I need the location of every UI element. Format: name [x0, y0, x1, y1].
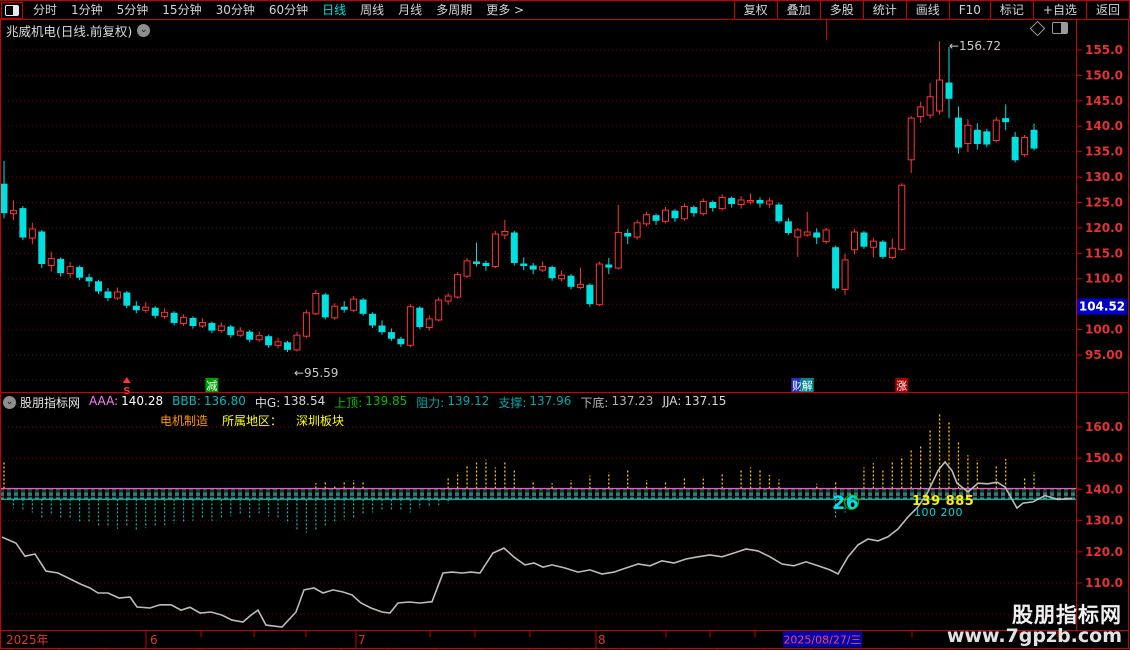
- indicator-field: 支撑: 137.96: [498, 394, 571, 411]
- date-label: 6: [150, 633, 158, 647]
- menu-item-30分钟[interactable]: 30分钟: [209, 2, 262, 18]
- menu-item-统计[interactable]: 统计: [862, 1, 906, 19]
- menu-item-日线[interactable]: 日线: [315, 2, 353, 18]
- menu-item-60分钟[interactable]: 60分钟: [262, 2, 315, 18]
- price-label-lower: 140.0: [1085, 482, 1123, 496]
- menu-item-分时[interactable]: 分时: [26, 2, 64, 18]
- indicator-field-label: JJA:: [662, 394, 682, 408]
- menu-item-多股[interactable]: 多股: [819, 1, 863, 19]
- sector-label[interactable]: 电机制造: [160, 412, 208, 429]
- menu-item-更多 >[interactable]: 更多 >: [479, 2, 531, 18]
- indicator-field-label: 支撑:: [498, 396, 527, 410]
- layout-split-icon-gray[interactable]: [1052, 22, 1068, 34]
- indicator-field-label: AAA:: [89, 394, 119, 408]
- sector-label[interactable]: 深圳板块: [296, 412, 344, 429]
- indicator-source-label: 股朋指标网: [20, 396, 81, 410]
- indicator-source: ⌄ 股朋指标网: [3, 394, 80, 411]
- menu-item-周线[interactable]: 周线: [353, 2, 391, 18]
- indicator-header: ⌄ 股朋指标网 AAA: 140.28 BBB: 136.80 中G: 138.54 上顶:…: [3, 394, 726, 411]
- price-label-lower: 130.0: [1085, 514, 1123, 528]
- indicator-field: 上顶: 139.85: [334, 394, 407, 411]
- date-label: 8: [598, 633, 606, 647]
- diamond-icon[interactable]: [1029, 20, 1046, 36]
- main-plot-area[interactable]: [0, 40, 1076, 392]
- indicator-field: 中G: 138.54: [255, 394, 325, 411]
- price-label-lower: 160.0: [1085, 420, 1123, 434]
- menu-item-15分钟[interactable]: 15分钟: [155, 2, 208, 18]
- indicator-field-value: 137.15: [684, 394, 727, 408]
- current-price-tag-label: 104.52: [1079, 300, 1125, 314]
- date-label: 7: [358, 633, 366, 647]
- indicator-field: 阻力: 139.12: [416, 394, 489, 411]
- tools-menu: 复权 叠加 多股 统计 画线 F10 标记 +自选 返回: [733, 1, 1130, 19]
- menu-item-返回[interactable]: 返回: [1085, 1, 1129, 19]
- current-date-tag-label: 2025/08/27/三: [783, 634, 861, 647]
- indicator-field: AAA: 140.28: [89, 394, 163, 411]
- price-label: 95.00: [1085, 348, 1123, 362]
- price-label: 145.0: [1085, 94, 1123, 108]
- chevron-down-icon[interactable]: ⌄: [3, 396, 16, 409]
- chevron-down-icon[interactable]: ⌄: [137, 24, 151, 37]
- watermark-brand: 股朋指标网: [1012, 602, 1122, 627]
- price-label: 130.0: [1085, 170, 1123, 184]
- chart-title: 兆威机电(日线.前复权): [6, 24, 133, 39]
- indicator-field-value: 136.80: [203, 394, 246, 408]
- price-label-lower: 120.0: [1085, 545, 1123, 559]
- indicator-field-label: 下底:: [580, 396, 609, 410]
- price-label: 115.0: [1085, 246, 1123, 260]
- indicator-field-value: 137.23: [611, 394, 654, 408]
- app-window: 26◯139 885100 200←156.72←95.59S减财解涨155.0…: [0, 0, 1130, 650]
- price-label: 135.0: [1085, 145, 1123, 159]
- price-label-lower: 150.0: [1085, 451, 1123, 465]
- indicator-field-value: 139.12: [447, 394, 490, 408]
- price-label: 110.0: [1085, 272, 1123, 286]
- indicator-field-value: 139.85: [365, 394, 408, 408]
- watermark-url: www.7gpzb.com: [946, 625, 1122, 648]
- menu-item-复权[interactable]: 复权: [733, 1, 777, 19]
- indicator-field-label: BBB:: [172, 394, 201, 408]
- price-label: 125.0: [1085, 195, 1123, 209]
- chart-canvas: 26◯139 885100 200←156.72←95.59S减财解涨155.0…: [0, 0, 1130, 650]
- price-label: 155.0: [1085, 43, 1123, 57]
- price-label: 100.0: [1085, 323, 1123, 337]
- indicator-field-value: 137.96: [529, 394, 572, 408]
- menu-item-标记[interactable]: 标记: [989, 1, 1033, 19]
- price-label: 120.0: [1085, 221, 1123, 235]
- price-label: 140.0: [1085, 119, 1123, 133]
- menu-item-5分钟[interactable]: 5分钟: [110, 2, 156, 18]
- sector-label[interactable]: 所属地区：: [222, 412, 282, 429]
- date-year-label: 2025年: [6, 633, 49, 647]
- indicator-field-value: 138.54: [283, 394, 326, 408]
- indicator-field: BBB: 136.80: [172, 394, 246, 411]
- chart-title-row: 兆威机电(日线.前复权) ⌄: [6, 21, 151, 40]
- indicator-field: 下底: 137.23: [580, 394, 653, 411]
- indicator-field-label: 阻力:: [416, 396, 445, 410]
- pane-toggle-button[interactable]: [1, 2, 23, 19]
- menu-item-F10[interactable]: F10: [948, 1, 990, 19]
- menu-item-月线[interactable]: 月线: [391, 2, 429, 18]
- menubar: 分时 1分钟 5分钟 15分钟 30分钟 60分钟 日线 周线 月线 多周期 更多 > 复权 叠加 多股…: [0, 0, 1130, 20]
- menu-item-1分钟[interactable]: 1分钟: [64, 2, 110, 18]
- menu-item-叠加[interactable]: 叠加: [776, 1, 820, 19]
- price-label: 150.0: [1085, 68, 1123, 82]
- indicator-field-label: 中G:: [254, 396, 281, 410]
- indicator-field-value: 140.28: [121, 394, 164, 408]
- watermark: 股朋指标网 www.7gpzb.com: [947, 604, 1122, 647]
- corner-icons: [1029, 20, 1068, 36]
- indicator-field-label: 上顶:: [334, 396, 363, 410]
- menu-item-画线[interactable]: 画线: [905, 1, 949, 19]
- indicator-field: JJA: 137.15: [662, 394, 726, 411]
- price-label-lower: 110.0: [1085, 576, 1123, 590]
- menu-item-多周期[interactable]: 多周期: [429, 2, 479, 18]
- menu-item-+自选[interactable]: +自选: [1032, 1, 1086, 19]
- indicator-fields: AAA: 140.28 BBB: 136.80 中G: 138.54 上顶: 139.85 阻力…: [89, 394, 726, 411]
- layout-split-icon: [5, 5, 19, 16]
- period-menu: 分时 1分钟 5分钟 15分钟 30分钟 60分钟 日线 周线 月线 多周期 更多 >: [26, 1, 531, 19]
- sector-row: 电机制造 所属地区： 深圳板块: [160, 412, 344, 429]
